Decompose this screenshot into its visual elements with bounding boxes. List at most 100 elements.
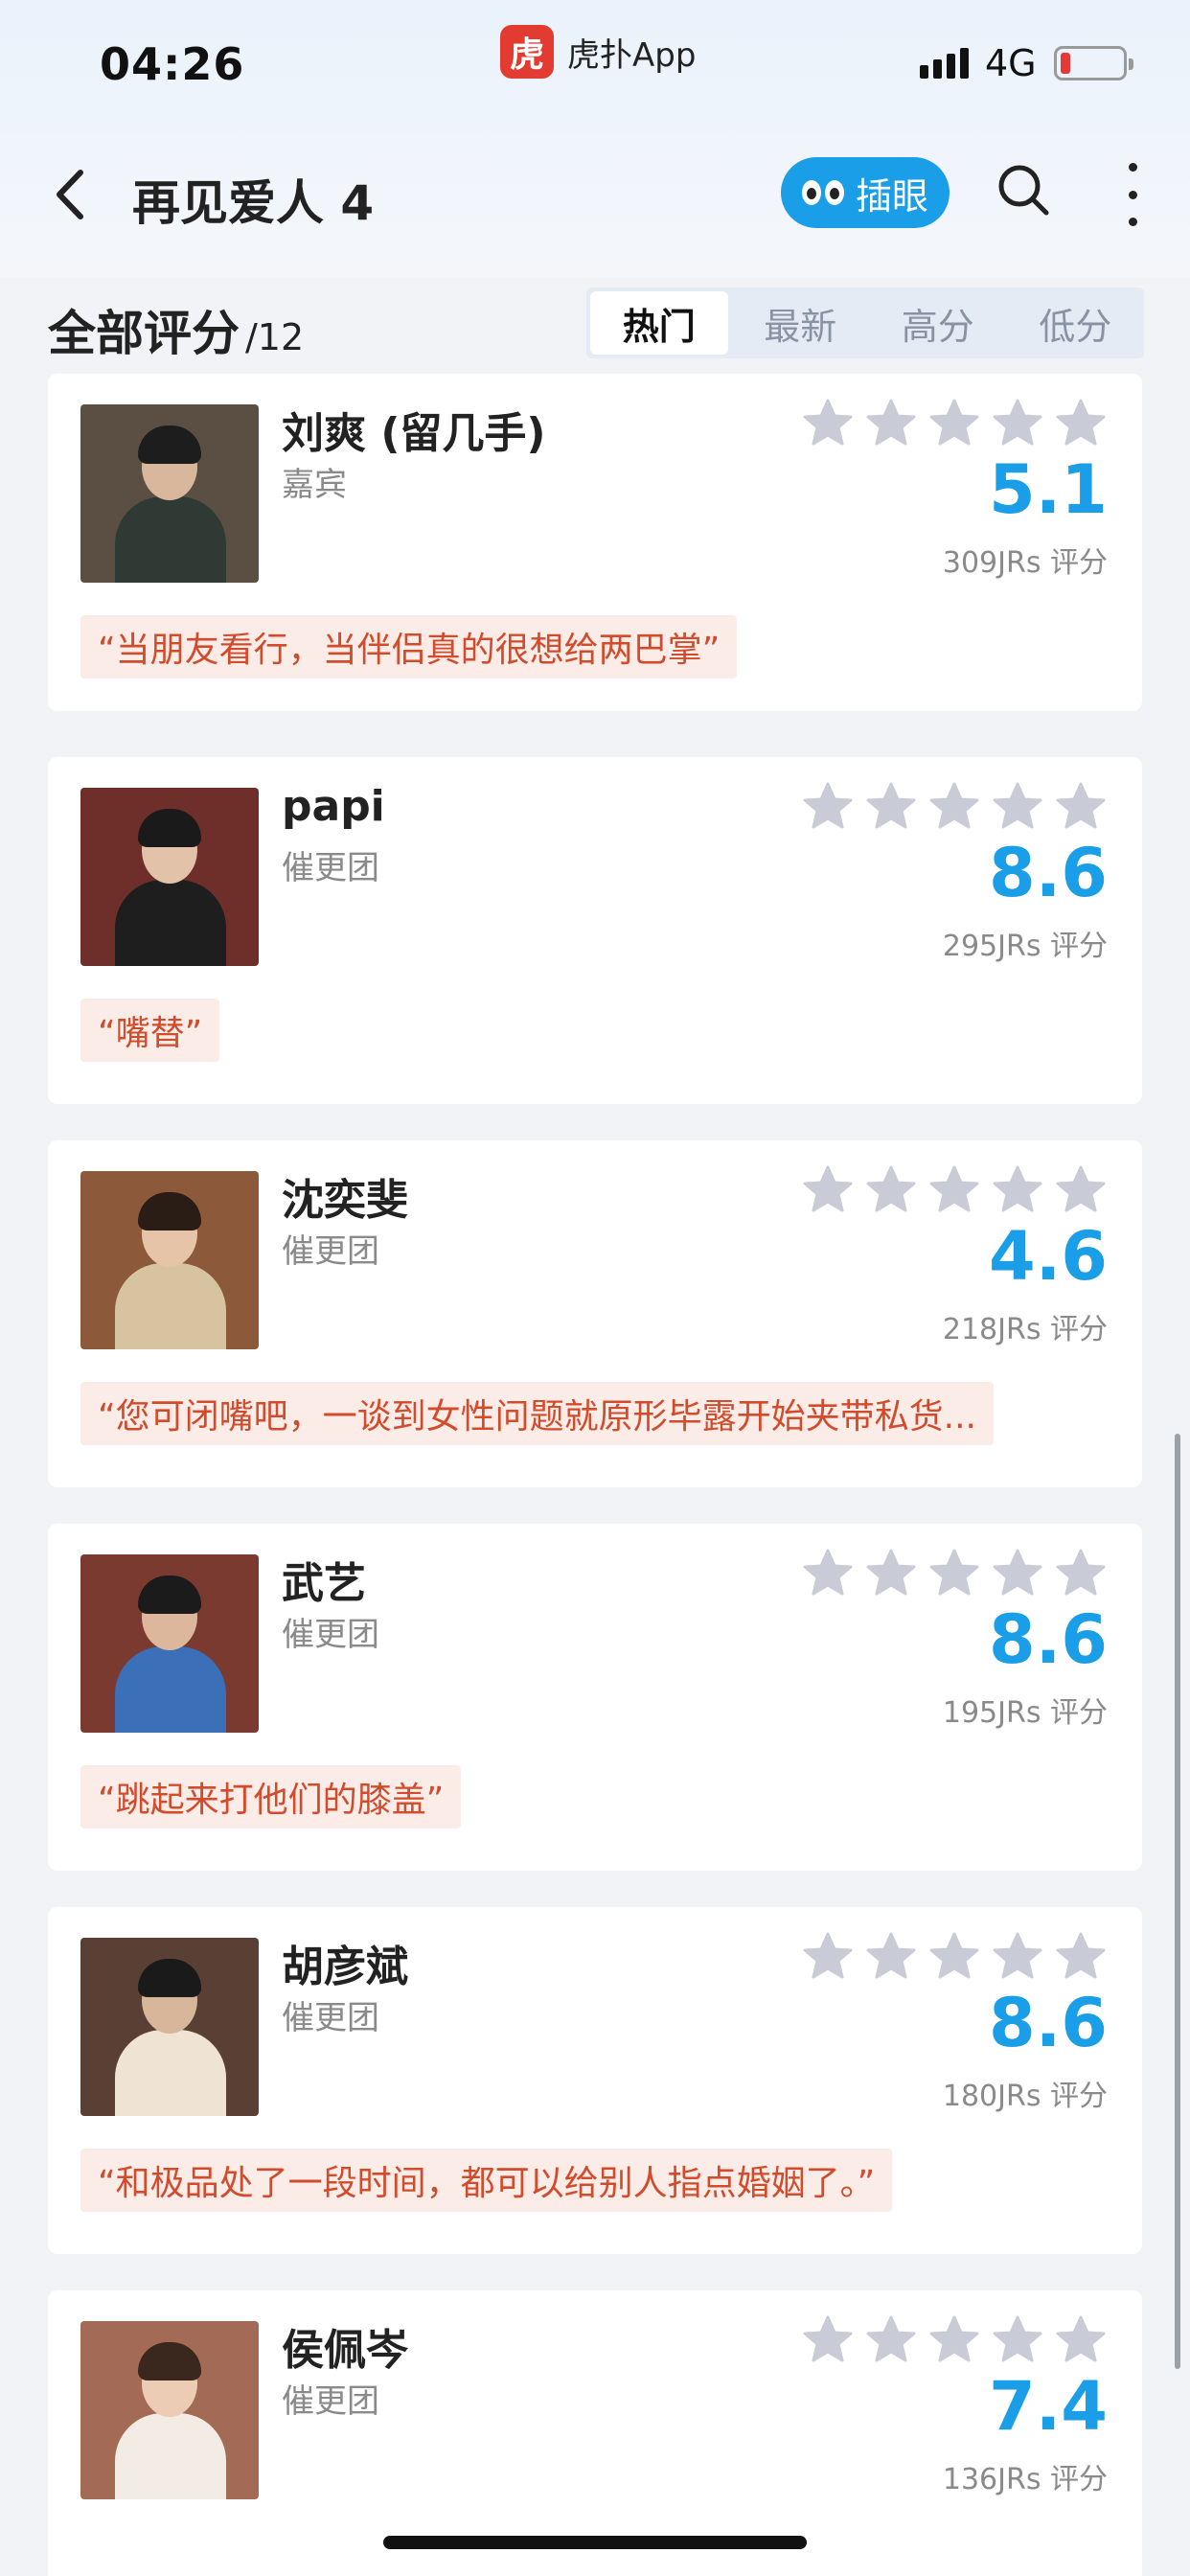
vote-count: 295JRs 评分 — [942, 930, 1108, 963]
tab-latest[interactable]: 最新 — [732, 288, 870, 358]
tab-high[interactable]: 高分 — [869, 288, 1007, 358]
sort-tabs: 热门 最新 高分 低分 — [586, 288, 1144, 358]
vote-count: 180JRs 评分 — [942, 2080, 1108, 2113]
star-icon[interactable] — [991, 1930, 1044, 1984]
star-icon[interactable] — [927, 397, 981, 450]
rating-card[interactable]: 刘爽 (留几手) 嘉宾 5.1 309JRs 评分 “当朋友看行，当伴侣真的很想… — [48, 374, 1142, 711]
star-icon[interactable] — [801, 397, 855, 450]
star-icon[interactable] — [801, 1163, 855, 1217]
star-icon[interactable] — [864, 1930, 918, 1984]
eyes-icon — [801, 180, 844, 205]
star-icon[interactable] — [927, 1163, 981, 1217]
star-icon[interactable] — [927, 2313, 981, 2367]
home-indicator[interactable] — [383, 2536, 807, 2549]
avatar[interactable] — [80, 1171, 259, 1349]
avatar[interactable] — [80, 1938, 259, 2116]
star-icon[interactable] — [864, 397, 918, 450]
rating-count: /12 — [245, 316, 305, 358]
person-name: 沈奕斐 — [282, 1176, 408, 1225]
person-name: 侯佩岑 — [282, 2326, 408, 2375]
tab-low[interactable]: 低分 — [1007, 288, 1145, 358]
vote-count: 218JRs 评分 — [942, 1313, 1108, 1346]
top-comment[interactable]: “当朋友看行，当伴侣真的很想给两巴掌” — [80, 615, 738, 678]
section-title: 全部评分/12 — [48, 295, 304, 364]
star-icon[interactable] — [991, 1163, 1044, 1217]
avatar[interactable] — [80, 404, 259, 583]
page: 04:26 虎 虎扑App 4G 再见爱人 4 插眼 全部评分/12 热门 最新… — [0, 0, 1190, 2576]
avatar[interactable] — [80, 1554, 259, 1733]
star-icon[interactable] — [927, 1930, 981, 1984]
star-rating[interactable] — [801, 780, 1108, 834]
star-icon[interactable] — [1054, 1547, 1108, 1600]
star-icon[interactable] — [991, 1547, 1044, 1600]
vote-count: 309JRs 评分 — [942, 546, 1108, 580]
person-role: 催更团 — [282, 1232, 379, 1271]
person-name: 武艺 — [282, 1559, 366, 1608]
star-icon[interactable] — [1054, 397, 1108, 450]
star-icon[interactable] — [864, 1547, 918, 1600]
rating-card[interactable]: 胡彦斌 催更团 8.6 180JRs 评分 “和极品处了一段时间，都可以给别人指… — [48, 1907, 1142, 2254]
top-comment[interactable]: “和极品处了一段时间，都可以给别人指点婚姻了。” — [80, 2149, 893, 2212]
back-arrow-icon[interactable] — [48, 161, 96, 228]
person-role: 催更团 — [282, 1999, 379, 2037]
scrollbar[interactable] — [1175, 1434, 1180, 2369]
page-title: 再见爱人 4 — [132, 175, 375, 231]
score: 8.6 — [988, 834, 1108, 912]
hupu-logo-icon: 虎 — [500, 25, 554, 79]
star-icon[interactable] — [1054, 1163, 1108, 1217]
chayan-label: 插眼 — [855, 174, 928, 218]
signal-icon — [920, 48, 969, 79]
avatar[interactable] — [80, 788, 259, 966]
app-badge: 虎 虎扑App — [500, 25, 696, 79]
top-comment[interactable]: “跳起来打他们的膝盖” — [80, 1765, 462, 1828]
score: 8.6 — [988, 1600, 1108, 1679]
top-comment[interactable]: “嘴替” — [80, 999, 220, 1062]
rating-card[interactable]: papi 催更团 8.6 295JRs 评分 “嘴替” — [48, 757, 1142, 1104]
star-icon[interactable] — [864, 1163, 918, 1217]
search-icon[interactable] — [995, 161, 1052, 218]
vote-count: 136JRs 评分 — [942, 2463, 1108, 2496]
section-title-text: 全部评分 — [48, 306, 240, 361]
star-icon[interactable] — [927, 780, 981, 834]
person-role: 催更团 — [282, 2382, 379, 2421]
star-rating[interactable] — [801, 1163, 1108, 1217]
more-options-icon[interactable] — [1121, 163, 1144, 226]
rating-card[interactable]: 武艺 催更团 8.6 195JRs 评分 “跳起来打他们的膝盖” — [48, 1524, 1142, 1871]
person-name: papi — [282, 782, 385, 831]
avatar[interactable] — [80, 2321, 259, 2499]
star-icon[interactable] — [991, 397, 1044, 450]
person-role: 嘉宾 — [282, 466, 347, 504]
star-rating[interactable] — [801, 2313, 1108, 2367]
vote-count: 195JRs 评分 — [942, 1696, 1108, 1730]
star-icon[interactable] — [801, 1930, 855, 1984]
star-icon[interactable] — [801, 780, 855, 834]
star-icon[interactable] — [1054, 2313, 1108, 2367]
battery-icon — [1054, 46, 1133, 80]
star-rating[interactable] — [801, 1547, 1108, 1600]
rating-card[interactable]: 侯佩岑 催更团 7.4 136JRs 评分 — [48, 2290, 1142, 2576]
network-type: 4G — [985, 42, 1037, 84]
person-name: 胡彦斌 — [282, 1943, 408, 1991]
person-role: 催更团 — [282, 1616, 379, 1654]
score: 8.6 — [988, 1984, 1108, 2062]
star-icon[interactable] — [864, 780, 918, 834]
chayan-button[interactable]: 插眼 — [781, 157, 950, 228]
star-icon[interactable] — [1054, 780, 1108, 834]
person-role: 催更团 — [282, 849, 379, 887]
top-comment[interactable]: “您可闭嘴吧，一谈到女性问题就原形毕露开始夹带私货... — [80, 1382, 994, 1445]
rating-card[interactable]: 沈奕斐 催更团 4.6 218JRs 评分 “您可闭嘴吧，一谈到女性问题就原形毕… — [48, 1140, 1142, 1487]
tab-hot[interactable]: 热门 — [590, 291, 728, 355]
star-icon[interactable] — [1054, 1930, 1108, 1984]
star-icon[interactable] — [864, 2313, 918, 2367]
star-icon[interactable] — [801, 2313, 855, 2367]
star-rating[interactable] — [801, 1930, 1108, 1984]
star-icon[interactable] — [991, 780, 1044, 834]
ratings-header: 全部评分/12 热门 最新 高分 低分 — [0, 278, 1190, 383]
star-icon[interactable] — [927, 1547, 981, 1600]
star-rating[interactable] — [801, 397, 1108, 450]
star-icon[interactable] — [801, 1547, 855, 1600]
status-time: 04:26 — [100, 38, 245, 90]
score: 4.6 — [988, 1217, 1108, 1296]
person-name: 刘爽 (留几手) — [282, 409, 546, 458]
star-icon[interactable] — [991, 2313, 1044, 2367]
